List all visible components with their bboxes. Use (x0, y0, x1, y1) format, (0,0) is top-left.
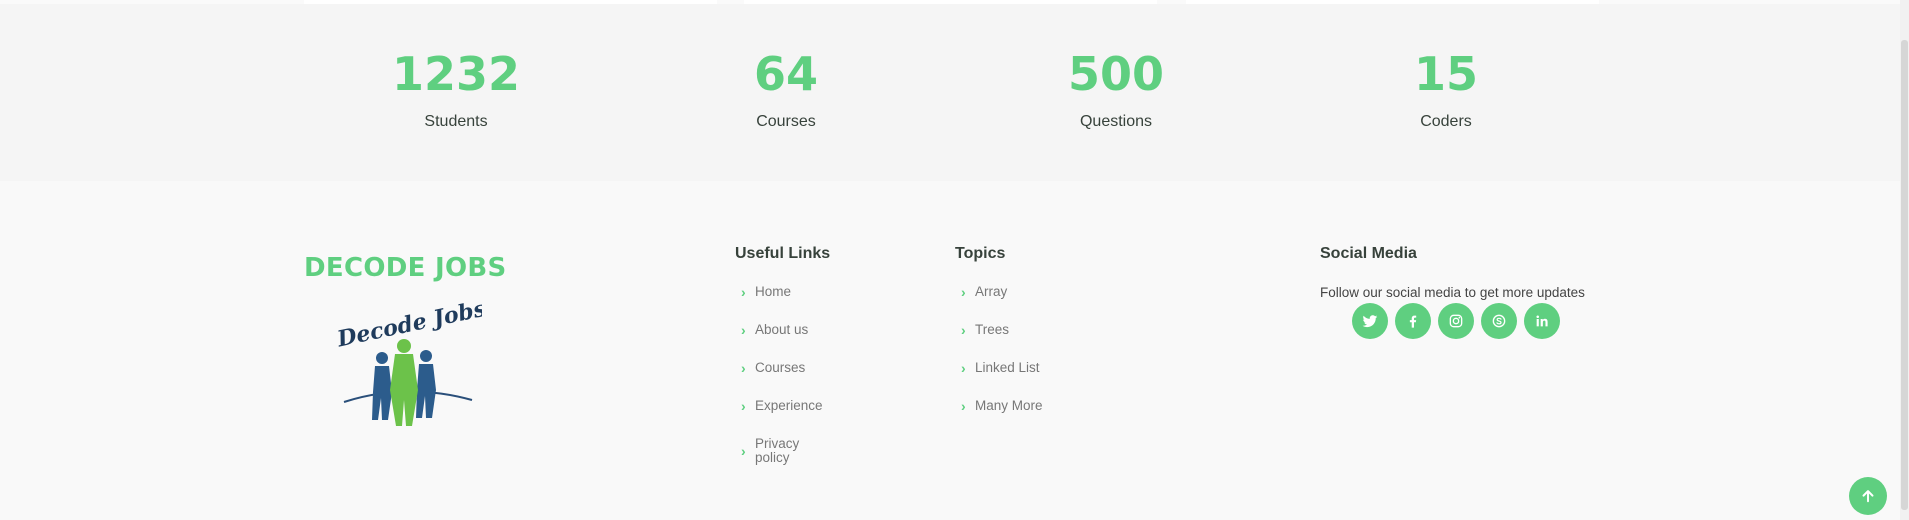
chevron-right-icon: › (961, 322, 966, 338)
useful-link-about[interactable]: › About us (735, 321, 823, 359)
link-text: Linked List (975, 360, 1040, 375)
topic-link-array[interactable]: › Array (955, 283, 1043, 321)
stat-value: 15 (1413, 47, 1478, 101)
link-text: Privacy policy (755, 436, 800, 465)
facebook-link[interactable] (1395, 303, 1431, 339)
linkedin-icon (1536, 315, 1548, 327)
skype-icon (1492, 314, 1506, 328)
useful-link-courses[interactable]: › Courses (735, 359, 823, 397)
back-to-top-button[interactable] (1849, 477, 1887, 515)
useful-link-privacy[interactable]: › Privacy policy (735, 435, 817, 473)
scrollbar-thumb[interactable] (1901, 40, 1908, 510)
social-media-title: Social Media (1320, 245, 1417, 262)
chevron-right-icon: › (961, 398, 966, 414)
page-scrollbar[interactable] (1900, 0, 1909, 520)
instagram-icon (1449, 314, 1463, 328)
topic-link-linked-list[interactable]: › Linked List (955, 359, 1043, 397)
chevron-right-icon: › (961, 360, 966, 376)
stat-coders: 15 Coders (1336, 4, 1556, 131)
useful-link-home[interactable]: › Home (735, 283, 823, 321)
stat-label: Questions (1079, 113, 1153, 130)
stat-questions: 500 Questions (1006, 4, 1226, 131)
facebook-icon (1409, 315, 1417, 328)
link-text: Trees (975, 322, 1010, 337)
chevron-right-icon: › (741, 284, 746, 300)
chevron-right-icon: › (741, 443, 746, 459)
stat-students: 1232 Students (346, 4, 566, 131)
stat-label: Courses (756, 113, 816, 130)
stat-value: 500 (1067, 47, 1165, 101)
stat-label: Students (424, 113, 488, 130)
useful-links-title: Useful Links (735, 245, 831, 262)
stat-label: Coders (1420, 113, 1472, 130)
social-links (1352, 303, 1560, 339)
arrow-up-icon (1862, 490, 1874, 503)
chevron-right-icon: › (741, 322, 746, 338)
link-text: About us (755, 322, 809, 337)
stat-value: 1232 (391, 47, 521, 101)
skype-link[interactable] (1481, 303, 1517, 339)
linkedin-link[interactable] (1524, 303, 1560, 339)
chevron-right-icon: › (741, 398, 746, 414)
footer-brand[interactable]: DECODE JOBS (304, 251, 507, 285)
twitter-link[interactable] (1352, 303, 1388, 339)
stat-courses: 64 Courses (676, 4, 896, 131)
decode-jobs-logo: Decode Jobs (334, 296, 482, 426)
topics-title: Topics (955, 245, 1006, 262)
link-text: Array (975, 284, 1008, 299)
footer: DECODE JOBS Decode Jobs Useful Links › H… (0, 181, 1909, 520)
link-text: Home (755, 284, 792, 299)
topic-link-many-more[interactable]: › Many More (955, 397, 1043, 435)
instagram-link[interactable] (1438, 303, 1474, 339)
chevron-right-icon: › (961, 284, 966, 300)
counts-section: 1232 Students 64 Courses 500 Questions 1… (0, 4, 1909, 181)
topic-link-trees[interactable]: › Trees (955, 321, 1043, 359)
useful-links-list: › Home › About us › Courses › Experience… (735, 283, 823, 473)
stat-value: 64 (753, 47, 818, 101)
useful-link-experience[interactable]: › Experience (735, 397, 823, 435)
chevron-right-icon: › (741, 360, 746, 376)
link-text: Courses (755, 360, 806, 375)
topics-list: › Array › Trees › Linked List › Many Mor… (955, 283, 1043, 435)
link-text: Experience (755, 398, 823, 413)
link-text: Many More (975, 398, 1043, 413)
social-media-text: Follow our social media to get more upda… (1320, 285, 1585, 300)
twitter-icon (1362, 315, 1378, 328)
